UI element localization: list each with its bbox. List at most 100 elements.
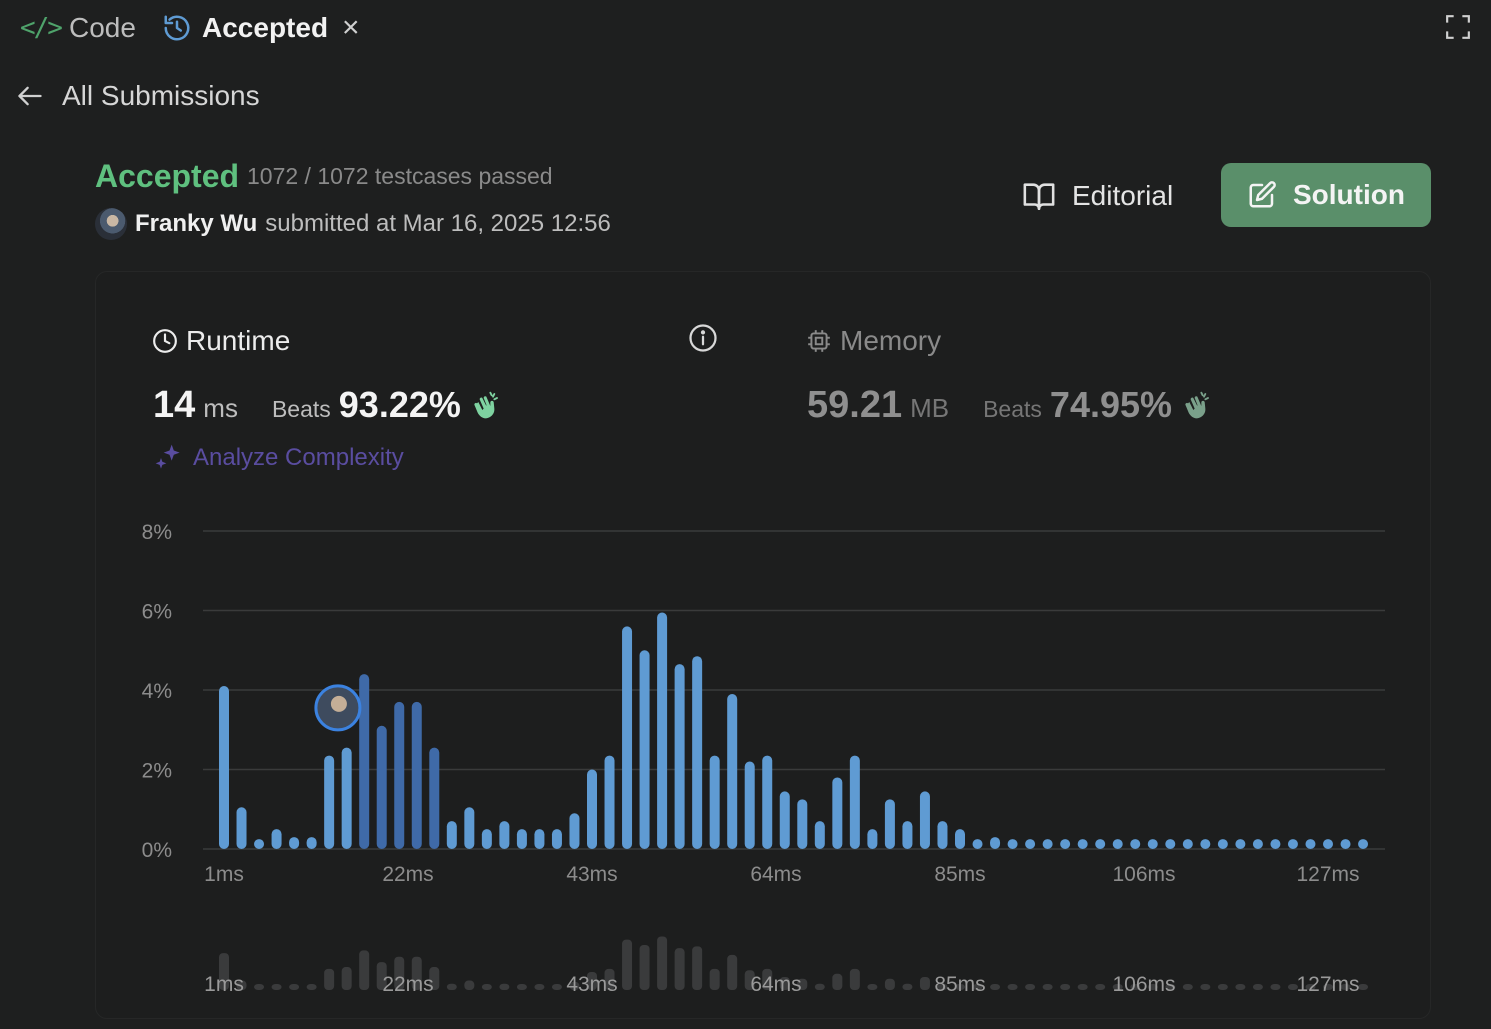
overview-bar xyxy=(674,948,685,990)
overview-bar xyxy=(254,984,265,990)
overview-bar xyxy=(1025,984,1036,990)
overview-bar xyxy=(919,976,930,990)
chart-bar[interactable] xyxy=(709,755,720,849)
chart-bar[interactable] xyxy=(1217,839,1228,849)
overview-tick-label: 106ms xyxy=(1112,973,1175,996)
chart-bar[interactable] xyxy=(481,829,492,849)
chart-bar[interactable] xyxy=(1095,839,1106,849)
chart-bar[interactable] xyxy=(779,791,790,849)
chart-bar[interactable] xyxy=(394,701,405,849)
overview-bar xyxy=(1358,984,1369,990)
y-tick-label: 4% xyxy=(142,680,172,703)
chart-bar[interactable] xyxy=(937,821,948,849)
chart-bar[interactable] xyxy=(587,769,597,850)
chart-bar[interactable] xyxy=(254,839,265,849)
chart-bar[interactable] xyxy=(1165,839,1176,849)
x-tick-label: 22ms xyxy=(382,863,433,886)
chart-bar[interactable] xyxy=(236,807,247,849)
chart-bar[interactable] xyxy=(1287,839,1298,849)
chart-bar[interactable] xyxy=(849,755,860,849)
chart-bar[interactable] xyxy=(1025,839,1036,849)
chart-bar[interactable] xyxy=(622,626,633,849)
x-tick-label: 127ms xyxy=(1296,863,1359,886)
chart-bar[interactable] xyxy=(551,829,562,849)
chart-bar[interactable] xyxy=(464,807,475,849)
chart-bar[interactable] xyxy=(1077,839,1088,849)
chart-bar[interactable] xyxy=(797,799,808,849)
chart-bar[interactable] xyxy=(727,693,738,849)
chart-bar[interactable] xyxy=(867,829,878,849)
chart-bar[interactable] xyxy=(1235,839,1246,849)
chart-bar[interactable] xyxy=(516,829,527,849)
x-tick-label: 1ms xyxy=(204,863,244,886)
chart-bar[interactable] xyxy=(499,821,510,849)
chart-bar[interactable] xyxy=(1252,839,1263,849)
overview-tick-label: 1ms xyxy=(204,973,244,996)
overview-bar xyxy=(1217,984,1228,990)
chart-bar[interactable] xyxy=(814,821,825,849)
chart-bar[interactable] xyxy=(955,829,965,849)
chart-bar[interactable] xyxy=(1147,839,1158,849)
chart-bar[interactable] xyxy=(902,821,913,849)
overview-bar xyxy=(902,983,913,990)
chart-bar[interactable] xyxy=(219,686,229,849)
overview-bar xyxy=(271,984,282,990)
overview-bar xyxy=(289,984,300,990)
chart-bar[interactable] xyxy=(919,791,930,849)
chart-bar[interactable] xyxy=(446,821,457,849)
chart-bar[interactable] xyxy=(359,674,370,849)
chart-bar[interactable] xyxy=(271,829,282,849)
chart-bar[interactable] xyxy=(1200,839,1211,849)
chart-bar[interactable] xyxy=(324,755,335,849)
chart-bar[interactable] xyxy=(604,755,615,849)
chart-bar[interactable] xyxy=(341,747,352,849)
chart-bar[interactable] xyxy=(1358,839,1369,849)
chart-bar[interactable] xyxy=(289,837,300,849)
overview-tick-label: 127ms xyxy=(1296,973,1359,996)
chart-bar[interactable] xyxy=(990,837,1001,849)
overview-bar xyxy=(867,984,878,990)
chart-bar[interactable] xyxy=(692,656,703,849)
chart-bar[interactable] xyxy=(1060,839,1071,849)
overview-tick-label: 85ms xyxy=(934,973,985,996)
overview-bar xyxy=(814,983,825,990)
chart-bar[interactable] xyxy=(972,839,983,849)
chart-bar[interactable] xyxy=(376,725,387,849)
chart-bar[interactable] xyxy=(569,813,580,849)
user-marker-face xyxy=(330,695,347,712)
chart-bar[interactable] xyxy=(1340,839,1351,849)
chart-bar[interactable] xyxy=(1042,839,1053,849)
chart-bar[interactable] xyxy=(1007,839,1018,849)
chart-bar[interactable] xyxy=(657,612,668,849)
overview-bar xyxy=(1182,984,1193,990)
overview-bar xyxy=(481,984,492,990)
overview-bar xyxy=(709,968,720,990)
overview-bar xyxy=(622,939,633,990)
overview-bar xyxy=(1200,984,1211,990)
overview-bar xyxy=(1077,984,1088,990)
overview-bar xyxy=(727,954,738,990)
chart-bar[interactable] xyxy=(429,747,440,849)
overview-tick-label: 64ms xyxy=(750,973,801,996)
chart-bar[interactable] xyxy=(411,701,422,849)
chart-bar[interactable] xyxy=(1112,839,1123,849)
chart-bar[interactable] xyxy=(1323,839,1333,849)
chart-bar[interactable] xyxy=(639,650,650,849)
chart-bar[interactable] xyxy=(1305,839,1316,849)
overview-bar xyxy=(341,967,352,990)
chart-bar[interactable] xyxy=(762,755,773,849)
y-tick-label: 8% xyxy=(142,521,172,544)
chart-bar[interactable] xyxy=(306,837,317,849)
chart-bar[interactable] xyxy=(1270,839,1281,849)
chart-bar[interactable] xyxy=(884,799,895,849)
chart-bar[interactable] xyxy=(744,761,755,849)
chart-bar[interactable] xyxy=(674,664,685,849)
y-tick-label: 6% xyxy=(142,601,172,624)
overview-bar xyxy=(1252,984,1263,990)
y-tick-label: 2% xyxy=(142,760,172,783)
chart-bar[interactable] xyxy=(1130,839,1141,849)
chart-bar[interactable] xyxy=(832,777,843,849)
overview-bar xyxy=(884,978,895,990)
chart-bar[interactable] xyxy=(1182,839,1193,849)
chart-bar[interactable] xyxy=(534,829,545,849)
